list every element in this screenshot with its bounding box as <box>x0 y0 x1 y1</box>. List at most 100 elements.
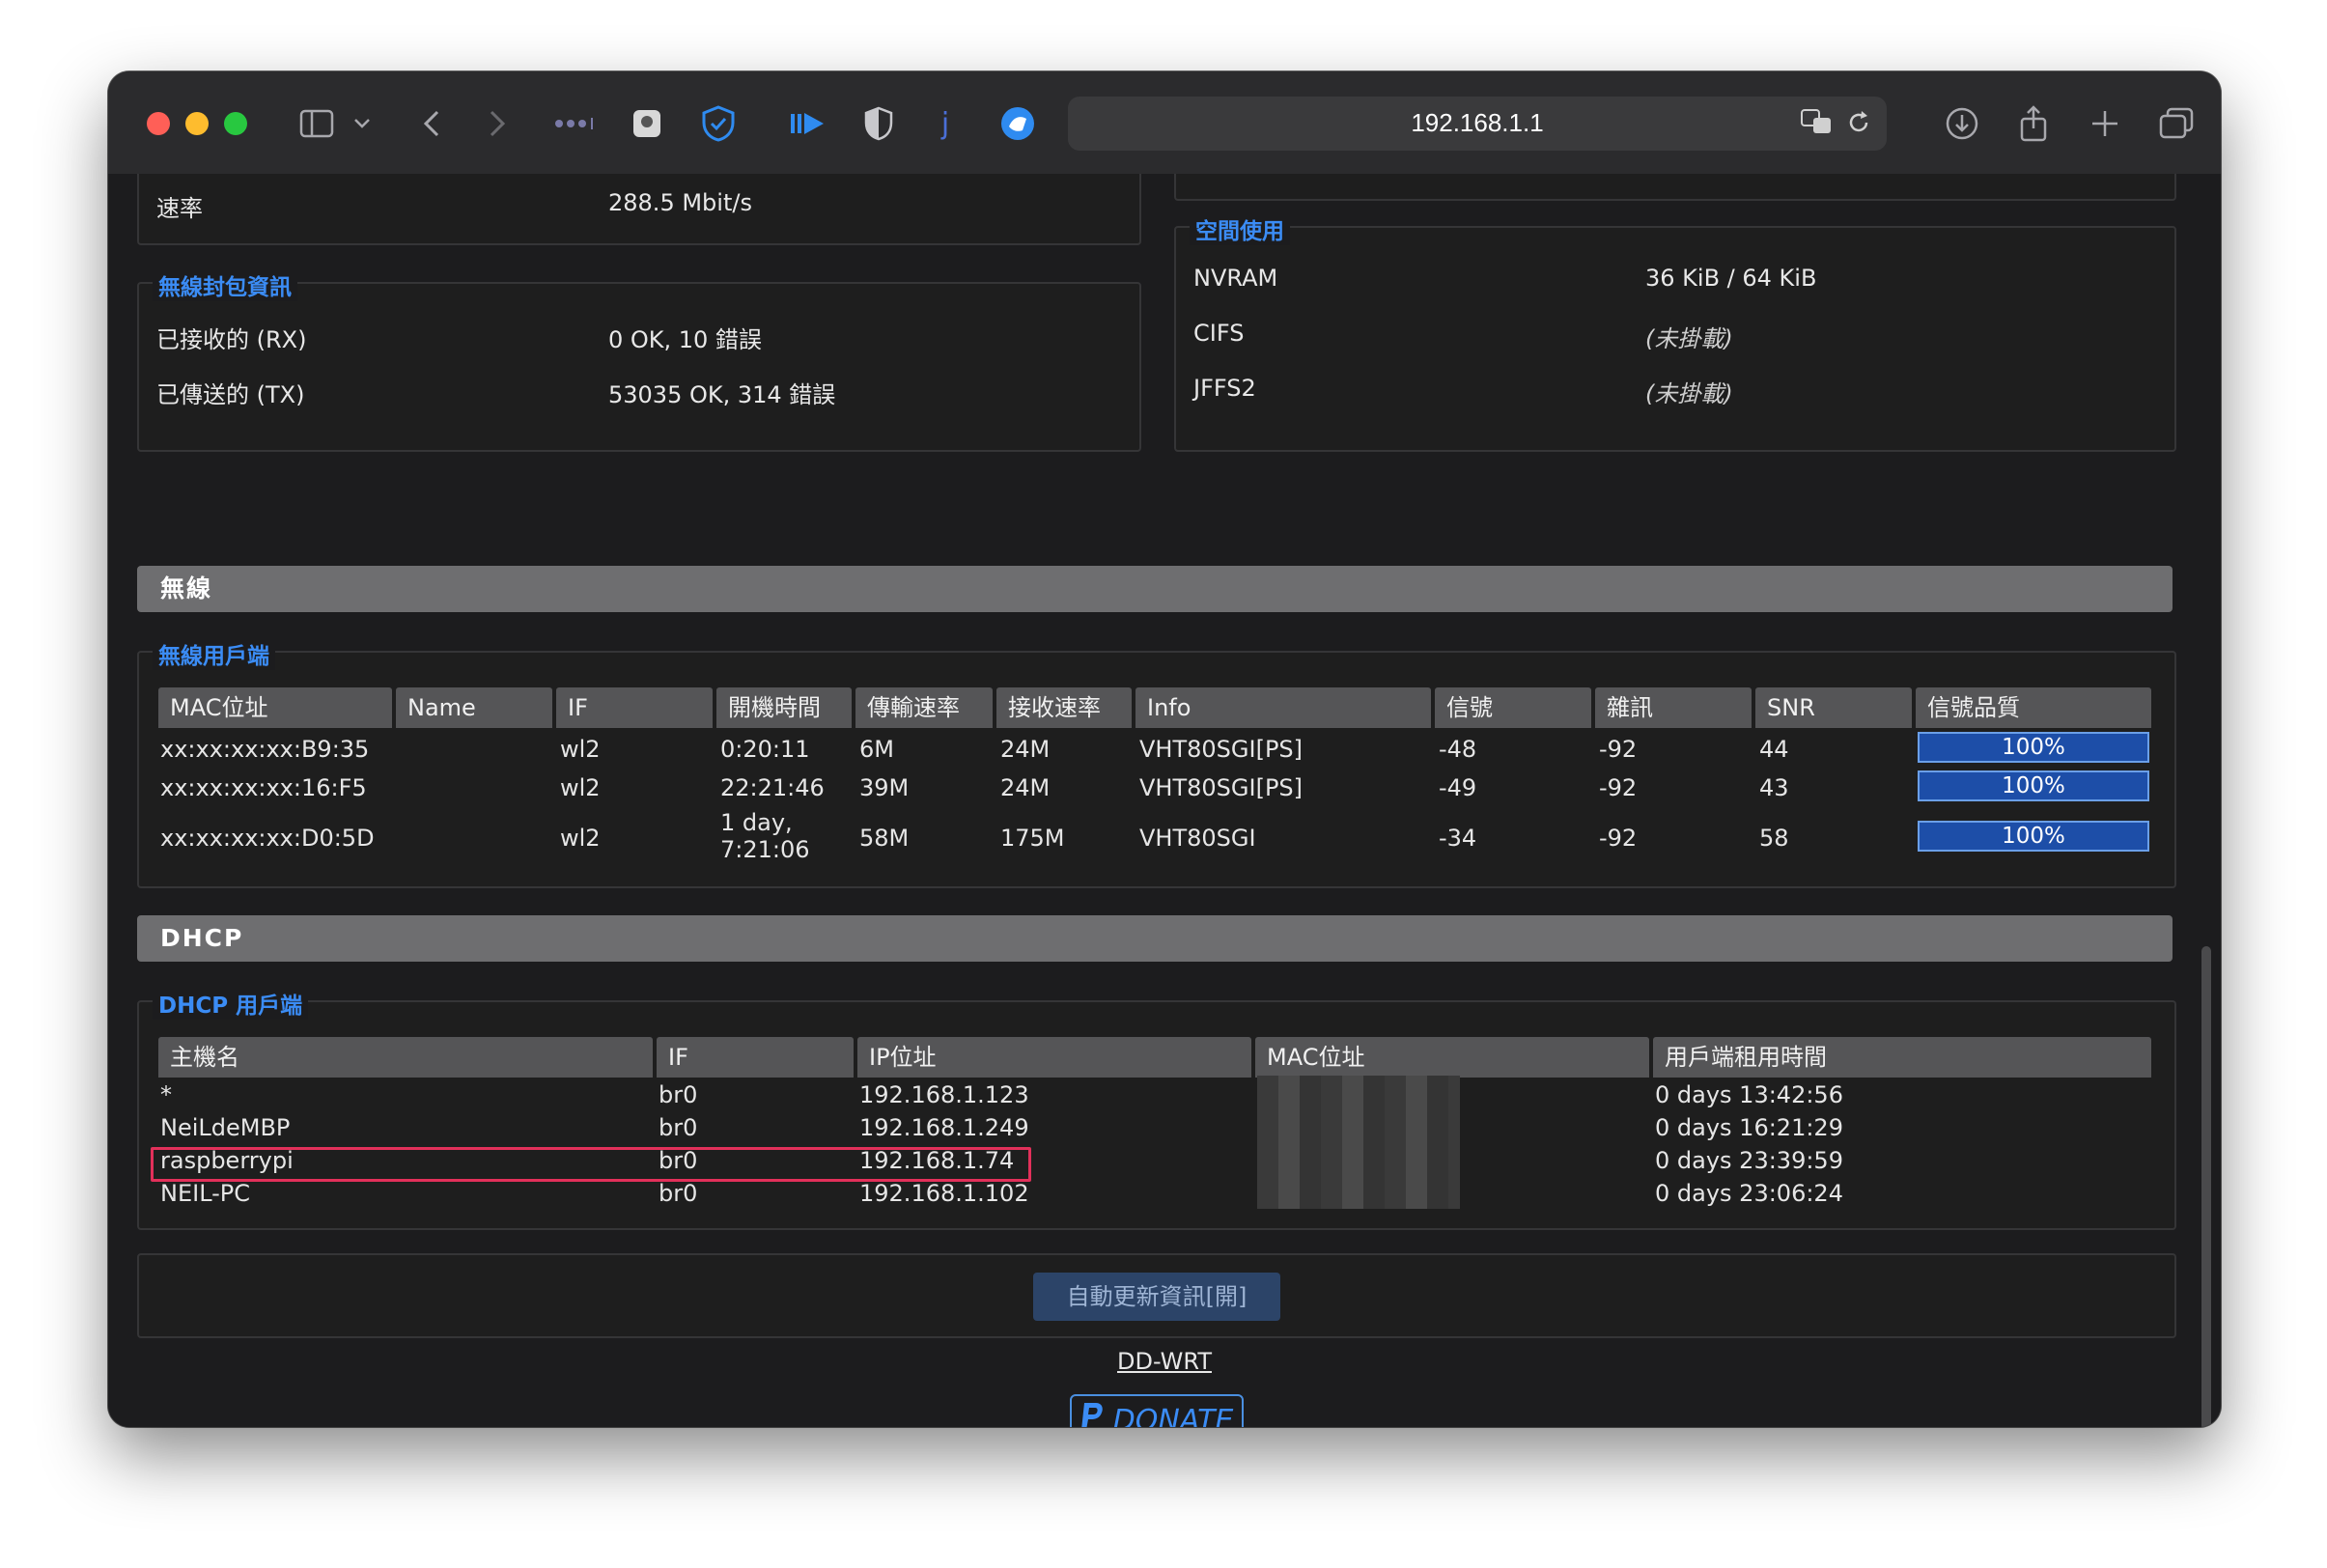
nvram-label: NVRAM <box>1193 265 1278 292</box>
minimize-window-button[interactable] <box>185 112 209 135</box>
table-cell: 0 days 23:39:59 <box>1655 1147 1843 1174</box>
col-dhcp-if[interactable]: IF <box>657 1037 854 1078</box>
table-cell: 175M <box>1000 825 1065 852</box>
redacted-mac-pixelation <box>1257 1076 1460 1209</box>
wireless-clients-fieldset: 無線用戶端 MAC位址 Name IF 開機時間 傳輸速率 接收速率 Info … <box>137 637 2176 888</box>
sidebar-toggle-icon[interactable] <box>295 100 338 147</box>
tx-label: 已傳送的 (TX) <box>156 381 305 408</box>
table-cell: VHT80SGI <box>1139 825 1256 852</box>
cifs-label: CIFS <box>1193 320 1245 347</box>
table-cell: -92 <box>1599 774 1638 801</box>
jffs2-label: JFFS2 <box>1193 375 1256 402</box>
donate-button[interactable]: DONATE <box>1070 1394 1244 1427</box>
table-cell: 0:20:11 <box>720 736 810 763</box>
col-mac[interactable]: MAC位址 <box>158 687 392 728</box>
url-text: 192.168.1.1 <box>1411 108 1544 137</box>
col-if[interactable]: IF <box>556 687 713 728</box>
space-usage-legend: 空間使用 <box>1190 212 1290 245</box>
table-cell: xx:xx:xx:xx:16:F5 <box>160 774 367 801</box>
table-cell: 6M <box>859 736 894 763</box>
wireless-clients-legend: 無線用戶端 <box>153 637 275 670</box>
chevron-down-icon[interactable] <box>348 100 377 147</box>
extension-dots-icon[interactable] <box>552 100 597 147</box>
table-cell: 39M <box>859 774 910 801</box>
table-cell: * <box>160 1081 172 1108</box>
space-usage-fieldset: 空間使用 NVRAM 36 KiB / 64 KiB CIFS (未掛載) JF… <box>1174 212 2176 452</box>
table-cell: VHT80SGI[PS] <box>1139 774 1304 801</box>
table-cell: 0 days 13:42:56 <box>1655 1081 1843 1108</box>
table-cell: wl2 <box>560 825 601 852</box>
jffs2-value: (未掛載) <box>1645 380 1733 407</box>
table-cell: VHT80SGI[PS] <box>1139 736 1304 763</box>
col-snr[interactable]: SNR <box>1755 687 1912 728</box>
col-dhcp-mac[interactable]: MAC位址 <box>1255 1037 1649 1078</box>
media-play-icon[interactable] <box>788 100 827 147</box>
col-uptime[interactable]: 開機時間 <box>716 687 852 728</box>
extension-globe-icon[interactable] <box>996 100 1039 147</box>
table-cell: br0 <box>659 1180 698 1207</box>
tab-overview-icon[interactable] <box>2155 100 2198 147</box>
extension-j-icon[interactable]: j <box>931 100 960 147</box>
download-icon[interactable] <box>1941 100 1983 147</box>
table-cell: 24M <box>1000 774 1051 801</box>
table-cell: 192.168.1.123 <box>859 1081 1029 1108</box>
nvram-value: 36 KiB / 64 KiB <box>1645 265 1817 292</box>
auto-refresh-button[interactable]: 自動更新資訊[開] <box>1033 1273 1280 1321</box>
table-cell: 43 <box>1759 774 1789 801</box>
table-cell: xx:xx:xx:xx:B9:35 <box>160 736 370 763</box>
close-window-button[interactable] <box>147 112 170 135</box>
forward-icon[interactable] <box>483 100 512 147</box>
shield-check-icon[interactable] <box>699 100 738 147</box>
rx-label: 已接收的 (RX) <box>156 326 307 353</box>
col-name[interactable]: Name <box>396 687 552 728</box>
zoom-window-button[interactable] <box>224 112 247 135</box>
ddwrt-link[interactable]: DD-WRT <box>108 1348 2221 1375</box>
top-right-fieldset <box>1174 174 2176 201</box>
table-cell: 58 <box>1759 825 1789 852</box>
signal-quality-bar: 100% <box>1918 821 2149 852</box>
col-tx-rate[interactable]: 傳輸速率 <box>855 687 993 728</box>
back-icon[interactable] <box>417 100 446 147</box>
col-signal[interactable]: 信號 <box>1435 687 1591 728</box>
reload-icon[interactable] <box>1846 110 1871 139</box>
new-tab-icon[interactable] <box>2086 100 2124 147</box>
table-cell: wl2 <box>560 774 601 801</box>
wireless-status-fieldset: 速率 288.5 Mbit/s <box>137 174 1141 245</box>
table-cell: 0 days 16:21:29 <box>1655 1114 1843 1141</box>
donate-label: DONATE <box>1112 1403 1234 1428</box>
wireless-packet-fieldset: 無線封包資訊 已接收的 (RX) 0 OK, 10 錯誤 已傳送的 (TX) 5… <box>137 268 1141 452</box>
share-icon[interactable] <box>2014 100 2053 147</box>
tx-value: 53035 OK, 314 錯誤 <box>608 381 836 408</box>
page-content: 速率 288.5 Mbit/s 無線封包資訊 已接收的 (RX) 0 OK, 1… <box>108 174 2221 1427</box>
table-cell: -92 <box>1599 736 1638 763</box>
table-cell: br0 <box>659 1081 698 1108</box>
translate-icon[interactable] <box>1800 108 1835 141</box>
table-cell: 44 <box>1759 736 1789 763</box>
raspberrypi-highlight-box <box>151 1147 1031 1182</box>
rate-label: 速率 <box>156 195 203 222</box>
col-ip[interactable]: IP位址 <box>857 1037 1251 1078</box>
table-cell: 58M <box>859 825 910 852</box>
table-cell: 192.168.1.249 <box>859 1114 1029 1141</box>
table-cell: 192.168.1.102 <box>859 1180 1029 1207</box>
paypal-icon <box>1080 1401 1106 1427</box>
extension-app-icon[interactable] <box>630 100 664 147</box>
vertical-scrollbar[interactable] <box>2201 946 2211 1427</box>
col-hostname[interactable]: 主機名 <box>158 1037 653 1078</box>
dhcp-clients-fieldset: DHCP 用戶端 主機名 IF IP位址 MAC位址 用戶端租用時間 * br0… <box>137 987 2176 1230</box>
table-cell: 24M <box>1000 736 1051 763</box>
col-info[interactable]: Info <box>1135 687 1431 728</box>
table-cell: -48 <box>1439 736 1477 763</box>
table-cell: NeiLdeMBP <box>160 1114 291 1141</box>
col-noise[interactable]: 雜訊 <box>1595 687 1752 728</box>
col-quality[interactable]: 信號品質 <box>1916 687 2151 728</box>
table-cell: 22:21:46 <box>720 774 825 801</box>
col-lease[interactable]: 用戶端租用時間 <box>1653 1037 2151 1078</box>
signal-quality-bar: 100% <box>1918 770 2149 801</box>
address-bar[interactable]: 192.168.1.1 <box>1068 97 1887 151</box>
signal-quality-bar: 100% <box>1918 732 2149 763</box>
col-rx-rate[interactable]: 接收速率 <box>996 687 1132 728</box>
wireless-section-title: 無線 <box>137 566 2173 612</box>
rate-value: 288.5 Mbit/s <box>608 189 752 216</box>
privacy-shield-icon[interactable] <box>861 100 896 147</box>
